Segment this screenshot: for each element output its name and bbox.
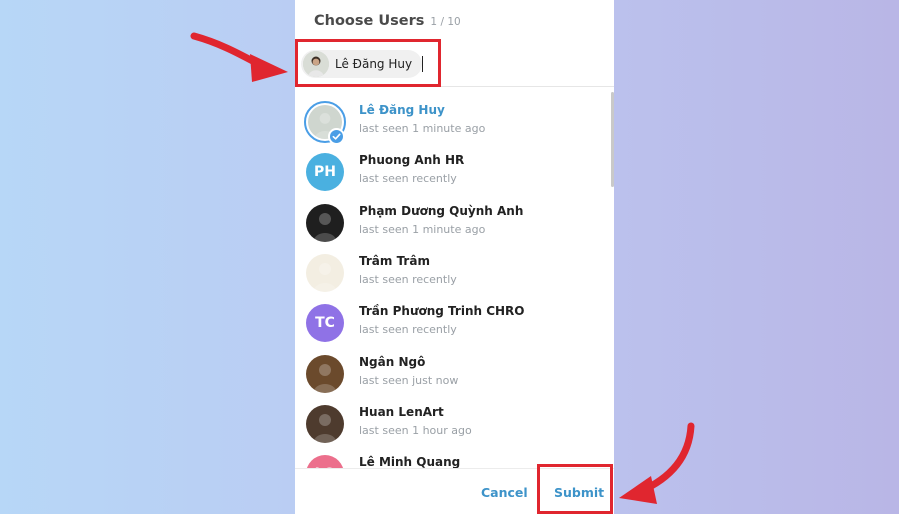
selected-user-chip[interactable]: Lê Đăng Huy [301, 50, 423, 78]
avatar [306, 354, 344, 393]
dialog-title: Choose Users 1 / 10 [314, 13, 461, 29]
user-list-item[interactable]: PH Phuong Anh HR last seen recently [295, 145, 614, 195]
scrollbar[interactable] [611, 92, 614, 187]
user-name: Ngân Ngô [359, 354, 426, 369]
user-status: last seen 1 minute ago [359, 122, 486, 135]
selection-count: 1 / 10 [430, 16, 461, 28]
avatar: TC [306, 304, 344, 343]
check-icon [328, 128, 345, 145]
avatar [306, 404, 344, 443]
arrow-pointing-chip-icon [190, 32, 288, 82]
chip-label: Lê Đăng Huy [335, 57, 413, 71]
user-name: Huan LenArt [359, 404, 444, 419]
user-status: last seen recently [359, 172, 457, 186]
user-status: last seen just now [359, 373, 459, 387]
user-name: Trâm Trâm [359, 253, 430, 268]
search-input-caret[interactable] [422, 56, 423, 72]
user-name: Trần Phương Trinh CHRO [359, 304, 525, 319]
avatar-initials: PH [314, 164, 336, 181]
user-list-item[interactable]: TC Trần Phương Trinh CHRO last seen recent… [295, 296, 614, 346]
user-list-item[interactable]: Lê Đăng Huy last seen 1 minute ago [295, 95, 614, 145]
avatar [303, 51, 329, 77]
submit-button[interactable]: Submit [554, 485, 604, 500]
arrow-pointing-submit-icon [619, 422, 695, 504]
cancel-button[interactable]: Cancel [481, 485, 528, 500]
user-list-item[interactable]: Trâm Trâm last seen recently [295, 246, 614, 296]
user-status: last seen recently [359, 323, 457, 337]
user-name: Phuong Anh HR [359, 153, 465, 168]
user-list-item[interactable]: LQ Lê Minh Quang [295, 447, 614, 468]
user-status: last seen 1 hour ago [359, 423, 472, 437]
avatar: PH [306, 153, 344, 192]
choose-users-dialog: Choose Users 1 / 10 Lê Đăng Huy Lê Đăng H… [295, 0, 614, 514]
avatar [306, 203, 344, 242]
dialog-header: Choose Users 1 / 10 Lê Đăng Huy [295, 0, 614, 87]
avatar: LQ [306, 455, 344, 468]
user-list-item[interactable]: Phạm Dương Quỳnh Anh last seen 1 minute a… [295, 196, 614, 246]
avatar [306, 253, 344, 292]
dialog-footer: Cancel Submit [295, 468, 614, 514]
user-status: last seen 1 minute ago [359, 222, 486, 236]
user-list-item[interactable]: Huan LenArt last seen 1 hour ago [295, 397, 614, 447]
avatar-initials: TC [315, 315, 335, 332]
user-status: last seen recently [359, 272, 457, 286]
user-list[interactable]: Lê Đăng Huy last seen 1 minute ago PH Phuon… [295, 87, 614, 468]
user-name: Lê Đăng Huy [359, 103, 445, 117]
user-name: Lê Minh Quang [359, 455, 461, 468]
user-name: Phạm Dương Quỳnh Anh [359, 203, 524, 218]
user-list-item[interactable]: Ngân Ngô last seen just now [295, 347, 614, 397]
